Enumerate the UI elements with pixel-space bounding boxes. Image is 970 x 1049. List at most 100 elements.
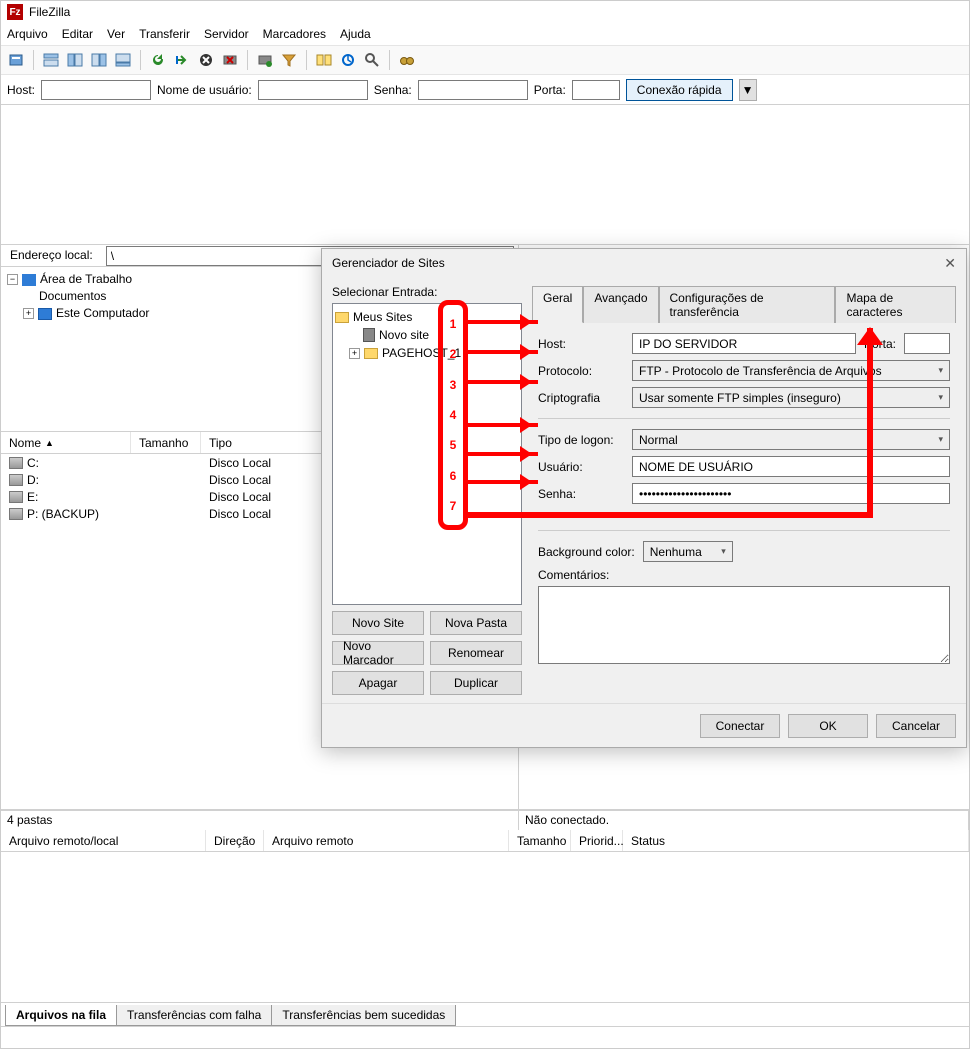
usuario-field[interactable] [632,456,950,477]
tab-sucesso[interactable]: Transferências bem sucedidas [271,1005,456,1026]
status-mid: 4 pastas Não conectado. [1,810,969,830]
bgcolor-select[interactable]: Nenhuma▾ [643,541,733,562]
tree-documents[interactable]: Documentos [39,288,106,305]
refresh-icon[interactable] [147,49,169,71]
log-pane [1,105,969,245]
tree-computer[interactable]: Este Computador [56,305,149,322]
encryption-select[interactable]: Usar somente FTP simples (inseguro)▾ [632,387,950,408]
disconnect-icon[interactable] [219,49,241,71]
drive-icon [9,491,23,503]
porta-label: Porta: [864,337,896,351]
toolbar [1,45,969,75]
statusbar-bottom [1,1026,969,1048]
chevron-down-icon: ▾ [938,392,943,403]
tree-expander-icon[interactable]: + [23,308,34,319]
comments-field[interactable] [538,586,950,664]
close-icon[interactable]: ✕ [944,255,956,272]
logon-select[interactable]: Normal▾ [632,429,950,450]
folder-icon [335,312,349,323]
sync-browse-icon[interactable] [337,49,359,71]
chevron-down-icon: ▾ [938,365,943,376]
drive-icon [9,457,23,469]
tab-fila[interactable]: Arquivos na fila [5,1005,117,1026]
binoculars-icon[interactable] [396,49,418,71]
site-manager-dialog: Gerenciador de Sites ✕ Selecionar Entrad… [321,248,967,748]
comments-label: Comentários: [538,568,950,582]
tree-expander-icon[interactable]: + [349,348,360,359]
qcol-prio[interactable]: Priorid... [571,830,623,851]
drive-icon [9,474,23,486]
process-queue-icon[interactable] [171,49,193,71]
tree-pagehost[interactable]: PAGEHOST_1 [382,344,461,362]
tab-transfer[interactable]: Configurações de transferência [659,286,836,323]
quickconnect-dropdown[interactable]: ▼ [739,79,757,101]
host-input[interactable] [41,80,151,100]
menu-ajuda[interactable]: Ajuda [340,27,371,41]
col-size[interactable]: Tamanho [131,432,201,453]
apagar-button[interactable]: Apagar [332,671,424,695]
sitemanager-icon[interactable] [5,49,27,71]
app-title: FileZilla [29,5,70,19]
usuario-label: Usuário: [538,460,624,474]
col-name[interactable]: Nome▲ [1,432,131,453]
toggle-localtree-icon[interactable] [64,49,86,71]
host-label: Host: [538,337,624,351]
menu-ver[interactable]: Ver [107,27,125,41]
pass-input[interactable] [418,80,528,100]
search-icon[interactable] [361,49,383,71]
computer-icon [38,308,52,320]
tree-meus-sites[interactable]: Meus Sites [353,308,412,326]
ok-button[interactable]: OK [788,714,868,738]
qcol-dir[interactable]: Direção [206,830,264,851]
select-entry-label: Selecionar Entrada: [332,285,522,299]
toggle-log-icon[interactable] [40,49,62,71]
menu-servidor[interactable]: Servidor [204,27,249,41]
protocol-label: Protocolo: [538,364,624,378]
filter-icon[interactable] [278,49,300,71]
nova-pasta-button[interactable]: Nova Pasta [430,611,522,635]
drive-icon [9,508,23,520]
site-tree[interactable]: Meus Sites Novo site + PAGEHOST_1 [332,303,522,605]
cancelar-button[interactable]: Cancelar [876,714,956,738]
tree-expander-icon[interactable]: − [7,274,18,285]
menu-transferir[interactable]: Transferir [139,27,190,41]
senha-field[interactable] [632,483,950,504]
tree-novo-site[interactable]: Novo site [379,326,429,344]
menu-arquivo[interactable]: Arquivo [7,27,48,41]
toggle-queue-icon[interactable] [112,49,134,71]
qcol-status[interactable]: Status [623,830,969,851]
quickconnect-button[interactable]: Conexão rápida [626,79,733,101]
qcol-size[interactable]: Tamanho [509,830,571,851]
tab-avancado[interactable]: Avançado [583,286,658,323]
quickconnect-bar: Host: Nome de usuário: Senha: Porta: Con… [1,75,969,105]
qcol-file[interactable]: Arquivo remoto/local [1,830,206,851]
cancel-icon[interactable] [195,49,217,71]
menu-editar[interactable]: Editar [62,27,93,41]
novo-marcador-button[interactable]: Novo Marcador [332,641,424,665]
tab-charset[interactable]: Mapa de caracteres [835,286,956,323]
qcol-remote[interactable]: Arquivo remoto [264,830,509,851]
chevron-down-icon: ▾ [938,434,943,445]
porta-field[interactable] [904,333,950,354]
local-address-label: Endereço local: [1,245,102,266]
tree-desktop[interactable]: Área de Trabalho [40,271,132,288]
host-field[interactable] [632,333,856,354]
bottom-tabs: Arquivos na fila Transferências com falh… [1,1002,969,1026]
user-label: Nome de usuário: [157,83,252,97]
reconnect-icon[interactable] [254,49,276,71]
menubar: Arquivo Editar Ver Transferir Servidor M… [1,23,969,45]
renomear-button[interactable]: Renomear [430,641,522,665]
port-input[interactable] [572,80,620,100]
protocol-select[interactable]: FTP - Protocolo de Transferência de Arqu… [632,360,950,381]
toggle-remotetree-icon[interactable] [88,49,110,71]
menu-marcadores[interactable]: Marcadores [263,27,326,41]
novo-site-button[interactable]: Novo Site [332,611,424,635]
compare-icon[interactable] [313,49,335,71]
conectar-button[interactable]: Conectar [700,714,780,738]
tab-falha[interactable]: Transferências com falha [116,1005,272,1026]
user-input[interactable] [258,80,368,100]
status-left: 4 pastas [1,811,519,830]
duplicar-button[interactable]: Duplicar [430,671,522,695]
tab-geral[interactable]: Geral [532,286,583,323]
dialog-tabs: Geral Avançado Configurações de transfer… [532,285,956,323]
